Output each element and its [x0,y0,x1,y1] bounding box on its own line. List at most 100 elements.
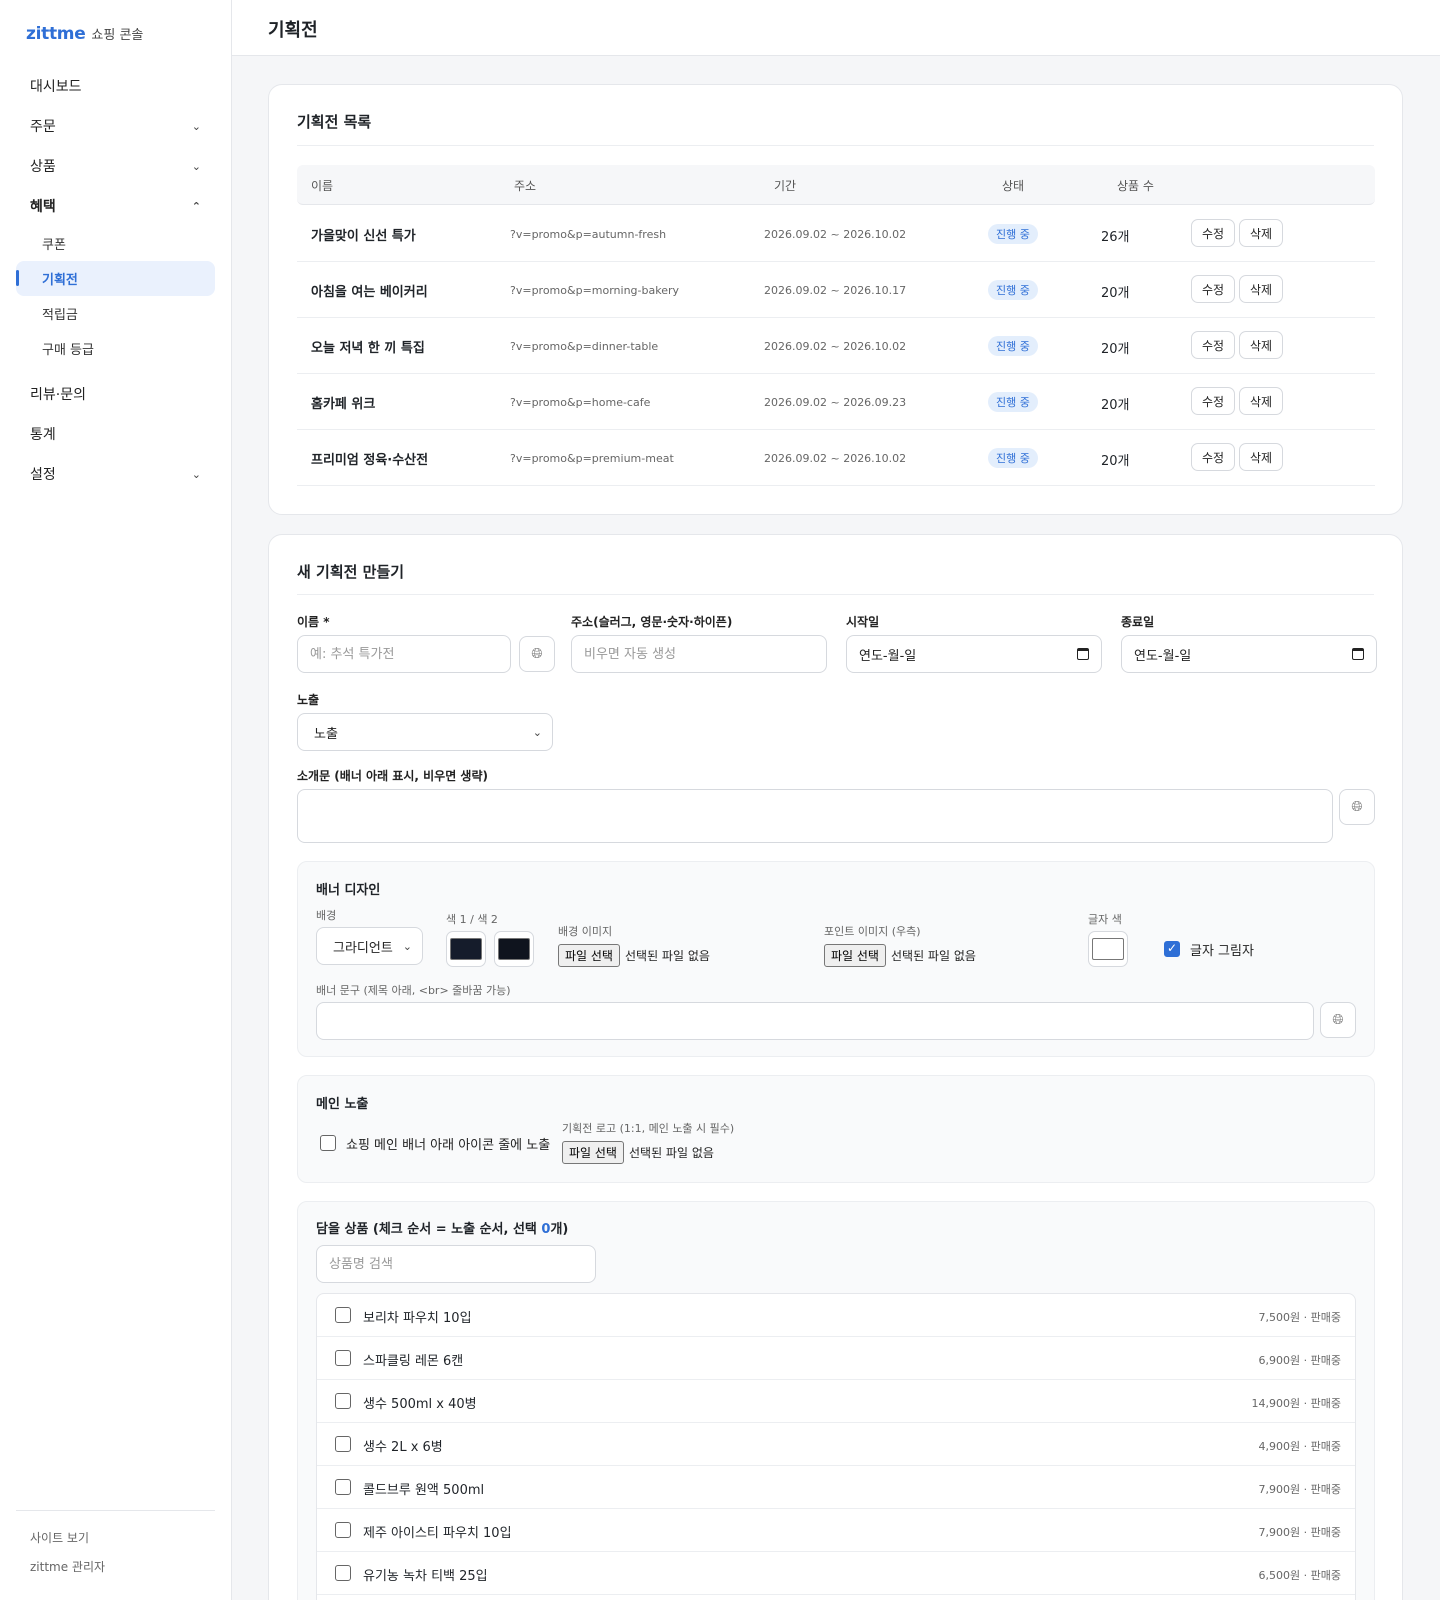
list-item[interactable]: 보리차 파우치 10입 7,500원 · 판매중 [317,1294,1355,1337]
product-name: 생수 500ml x 40병 [363,1397,477,1412]
sidebar-footer: 사이트 보기 zittme 관리자 [16,1510,215,1587]
slug-input[interactable] [571,635,827,673]
globe-icon: 🌐︎ [531,646,543,662]
sidebar-item-dashboard[interactable]: 대시보드 [16,66,215,106]
products-panel: 담을 상품 (체크 순서 = 노출 순서, 선택 0개) 보리차 파우치 10입… [297,1201,1375,1600]
translate-globe-button[interactable]: 🌐︎ [519,636,555,672]
date-placeholder: 연도-월-일 [1134,648,1192,664]
text-color-picker[interactable] [1088,931,1128,967]
sidebar-item-benefits[interactable]: 혜택 ⌃ [16,186,215,226]
logo-file: 파일 선택 선택된 파일 없음 [562,1141,714,1164]
product-checkbox[interactable] [335,1522,351,1538]
list-item[interactable]: 제주 아이스티 파우치 10입 7,900원 · 판매중 [317,1509,1355,1552]
product-search-input[interactable] [316,1245,596,1283]
sidebar-item-orders[interactable]: 주문 ⌄ [16,106,215,146]
sidebar-item-stats[interactable]: 통계 [16,414,215,454]
edit-button[interactable]: 수정 [1191,443,1236,471]
promo-period: 2026.09.02 ~ 2026.09.23 [764,396,907,409]
delete-button[interactable]: 삭제 [1239,387,1284,415]
calendar-icon[interactable] [1077,648,1089,660]
sidebar-subitem-promotion[interactable]: 기획전 [16,261,215,296]
list-item[interactable]: 생수 500ml x 40병 14,900원 · 판매중 [317,1380,1355,1423]
brand-subtitle: 쇼핑 콘솔 [91,28,144,43]
sidebar-item-reviews[interactable]: 리뷰·문의 [16,374,215,414]
product-count: 20개 [1101,454,1130,469]
text-color-label: 글자 색 [1088,913,1122,926]
status-badge: 진행 중 [988,336,1038,356]
bg-type-select[interactable]: 그라디언트 ⌄ [316,927,423,965]
sidebar-item-products[interactable]: 상품 ⌄ [16,146,215,186]
promo-url: ?v=promo&p=dinner-table [510,340,659,353]
color1-picker[interactable] [446,931,486,967]
main-exposure-label: 쇼핑 메인 배너 아래 아이콘 줄에 노출 [346,1138,551,1153]
sidebar-nav: 대시보드 주문 ⌄ 상품 ⌄ 혜택 ⌃ 쿠폰 기획전 적립금 구매 등급 리뷰·문의 … [16,66,215,494]
chevron-down-icon: ⌄ [191,159,201,173]
site-link[interactable]: 사이트 보기 [16,1529,215,1558]
delete-button[interactable]: 삭제 [1239,275,1284,303]
exposure-value: 노출 [314,726,338,742]
promo-name: 프리미엄 정육·수산전 [311,453,429,468]
exposure-select[interactable]: 노출 ⌄ [297,713,553,751]
no-file-text: 선택된 파일 없음 [624,949,710,963]
list-item[interactable]: 유기농 녹차 티백 25입 6,500원 · 판매중 [317,1552,1355,1595]
sidebar-item-label: 혜택 [30,199,56,215]
delete-button[interactable]: 삭제 [1239,443,1284,471]
product-checkbox[interactable] [335,1565,351,1581]
start-date-input[interactable]: 연도-월-일 [846,635,1102,673]
file-select-button[interactable]: 파일 선택 [824,944,886,967]
status-badge: 진행 중 [988,280,1038,300]
edit-button[interactable]: 수정 [1191,331,1236,359]
name-input[interactable] [297,635,511,673]
sidebar-item-settings[interactable]: 설정 ⌄ [16,454,215,494]
product-checkbox[interactable] [335,1479,351,1495]
intro-textarea[interactable] [297,789,1333,843]
text-shadow-label: 글자 그림자 [1190,944,1254,959]
product-checkbox[interactable] [335,1393,351,1409]
divider [297,594,1374,595]
column-header-name: 이름 [311,179,334,193]
main-exposure-checkbox[interactable] [320,1135,336,1151]
list-item[interactable]: 생수 2L x 6병 4,900원 · 판매중 [317,1423,1355,1466]
text-shadow-checkbox[interactable]: ✓ [1164,941,1180,957]
no-file-text: 선택된 파일 없음 [890,949,976,963]
product-checkbox[interactable] [335,1350,351,1366]
translate-globe-button[interactable]: 🌐︎ [1339,789,1375,825]
edit-button[interactable]: 수정 [1191,387,1236,415]
delete-button[interactable]: 삭제 [1239,219,1284,247]
list-item[interactable]: 스파클링 레몬 6캔 6,900원 · 판매중 [317,1337,1355,1380]
product-name: 생수 2L x 6병 [363,1440,443,1455]
color2-swatch [498,938,530,960]
edit-button[interactable]: 수정 [1191,219,1236,247]
product-meta: 4,900원 · 판매중 [1258,1440,1341,1453]
file-select-button[interactable]: 파일 선택 [562,1141,624,1164]
name-label: 이름 * [297,615,330,629]
list-item[interactable]: 콜드브루 원액 500ml 7,900원 · 판매중 [317,1466,1355,1509]
sidebar-item-label: 통계 [30,427,56,443]
translate-globe-button[interactable]: 🌐︎ [1320,1002,1356,1038]
status-badge: 진행 중 [988,224,1038,244]
end-date-input[interactable]: 연도-월-일 [1121,635,1377,673]
promo-period: 2026.09.02 ~ 2026.10.17 [764,284,907,297]
product-checkbox[interactable] [335,1307,351,1323]
exposure-label: 노출 [297,693,320,707]
color2-picker[interactable] [494,931,534,967]
sidebar-subitem-grade[interactable]: 구매 등급 [16,331,215,366]
sidebar-subitem-points[interactable]: 적립금 [16,296,215,331]
table-row: 아침을 여는 베이커리 ?v=promo&p=morning-bakery 2026… [297,262,1375,318]
promo-url: ?v=promo&p=premium-meat [510,452,674,465]
edit-button[interactable]: 수정 [1191,275,1236,303]
product-checkbox[interactable] [335,1436,351,1452]
column-header-url: 주소 [514,179,537,193]
panel-title: 메인 노출 [316,1097,369,1112]
brand[interactable]: zittme 쇼핑 콘솔 [26,24,143,44]
banner-text-input[interactable] [316,1002,1314,1040]
file-select-button[interactable]: 파일 선택 [558,944,620,967]
slug-label: 주소(슬러그, 영문·숫자·하이픈) [571,615,733,629]
product-count: 26개 [1101,230,1130,245]
product-count: 20개 [1101,398,1130,413]
delete-button[interactable]: 삭제 [1239,331,1284,359]
calendar-icon[interactable] [1352,648,1364,660]
bg-type-value: 그라디언트 [333,940,393,956]
sidebar-subitem-coupon[interactable]: 쿠폰 [16,226,215,261]
divider [297,145,1374,146]
